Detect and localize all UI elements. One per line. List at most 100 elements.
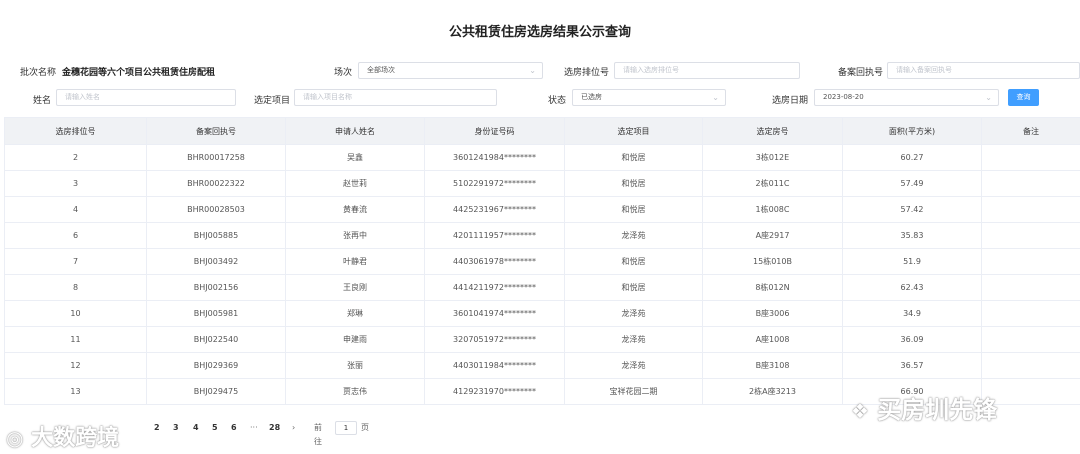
name-input[interactable]: 请输入姓名 xyxy=(56,89,236,106)
cell-project: 和悦居 xyxy=(564,196,703,223)
table-row: 7 BHJ003492 叶静君 4403061978******** 和悦居 15栋010… xyxy=(4,248,1080,275)
table-row: 11 BHJ022540 申建雨 3207051972******** 龙泽苑 A座100… xyxy=(4,326,1080,353)
table-header-row: 选房排位号 备案回执号 申请人姓名 身份证号码 选定项目 选定房号 面积(平方米… xyxy=(4,117,1080,145)
cell-room: 8栋012N xyxy=(702,274,843,301)
table-row: 3 BHR00022322 赵世莉 5102291972******** 和悦居 2栋01… xyxy=(4,170,1080,197)
session-select-value: 全部场次 xyxy=(367,66,395,74)
cell-room: 2栋011C xyxy=(702,170,843,197)
cell-rank: 6 xyxy=(4,222,147,249)
page-unit-label: 页 xyxy=(361,423,369,432)
cell-area: 62.43 xyxy=(842,274,982,301)
next-page-button[interactable]: › xyxy=(292,421,295,435)
wechat-icon: ❖ xyxy=(851,399,869,423)
cell-room: A座1008 xyxy=(702,326,843,353)
cell-project: 和悦居 xyxy=(564,274,703,301)
cell-area: 35.83 xyxy=(842,222,982,249)
cell-rank: 7 xyxy=(4,248,147,275)
cell-applicant: 叶静君 xyxy=(285,248,425,275)
page-ellipsis[interactable]: ··· xyxy=(250,421,258,435)
cell-room: B座3108 xyxy=(702,352,843,379)
cell-id-number: 3601041974******** xyxy=(424,300,565,327)
page-6-link[interactable]: 6 xyxy=(231,421,237,435)
header-id-number: 身份证号码 xyxy=(424,117,565,145)
page-3-link[interactable]: 3 xyxy=(173,421,179,435)
cell-rank: 3 xyxy=(4,170,147,197)
cell-project: 和悦居 xyxy=(564,170,703,197)
cell-rank: 10 xyxy=(4,300,147,327)
cell-applicant: 赵世莉 xyxy=(285,170,425,197)
rank-input[interactable]: 请输入选房排位号 xyxy=(614,62,800,79)
cell-receipt: BHJ029369 xyxy=(146,352,286,379)
table-row: 12 BHJ029369 张丽 4403011984******** 龙泽苑 B座3108… xyxy=(4,352,1080,379)
page-2-link[interactable]: 2 xyxy=(154,421,160,435)
page-28-link[interactable]: 28 xyxy=(269,421,280,435)
cell-remark xyxy=(981,274,1080,301)
cell-room: 15栋010B xyxy=(702,248,843,275)
rank-label: 选房排位号 xyxy=(564,68,610,78)
cell-remark xyxy=(981,222,1080,249)
status-select-value: 已选房 xyxy=(581,93,602,101)
goto-label: 前往 xyxy=(314,423,322,446)
cell-applicant: 王良刚 xyxy=(285,274,425,301)
table-row: 8 BHJ002156 王良刚 4414211972******** 和悦居 8栋012N… xyxy=(4,274,1080,301)
cell-project: 宝祥花园二期 xyxy=(564,378,703,405)
cell-area: 60.27 xyxy=(842,144,982,171)
header-receipt: 备案回执号 xyxy=(146,117,286,145)
batch-label: 批次名称 xyxy=(20,68,57,78)
table-row: 10 BHJ005981 郑琳 3601041974******** 龙泽苑 B座3006… xyxy=(4,300,1080,327)
cell-id-number: 4403011984******** xyxy=(424,352,565,379)
cell-remark xyxy=(981,300,1080,327)
cell-project: 和悦居 xyxy=(564,144,703,171)
cell-receipt: BHJ022540 xyxy=(146,326,286,353)
cell-room: B座3006 xyxy=(702,300,843,327)
cell-receipt: BHR00028503 xyxy=(146,196,286,223)
cell-project: 和悦居 xyxy=(564,248,703,275)
chevron-down-icon: ⌄ xyxy=(985,93,992,102)
goto-page-input[interactable]: 1 xyxy=(335,421,357,435)
chevron-down-icon: ⌄ xyxy=(529,66,536,75)
cell-applicant: 贾志伟 xyxy=(285,378,425,405)
name-label: 姓名 xyxy=(33,96,52,106)
header-applicant: 申请人姓名 xyxy=(285,117,425,145)
cell-id-number: 3207051972******** xyxy=(424,326,565,353)
project-input[interactable]: 请输入项目名称 xyxy=(294,89,497,106)
query-button[interactable]: 查询 xyxy=(1008,89,1039,106)
receipt-input[interactable]: 请输入备案回执号 xyxy=(887,62,1080,79)
page-4-link[interactable]: 4 xyxy=(193,421,199,435)
cell-remark xyxy=(981,248,1080,275)
page-5-link[interactable]: 5 xyxy=(212,421,218,435)
date-picker-value: 2023-08-20 xyxy=(823,93,864,101)
session-select[interactable]: 全部场次 ⌄ xyxy=(358,62,543,79)
cell-id-number: 4414211972******** xyxy=(424,274,565,301)
receipt-label: 备案回执号 xyxy=(838,68,884,78)
date-picker[interactable]: 2023-08-20 ⌄ xyxy=(814,89,999,106)
cell-room: A座2917 xyxy=(702,222,843,249)
cell-area: 36.09 xyxy=(842,326,982,353)
cell-id-number: 3601241984******** xyxy=(424,144,565,171)
watermark-right-text: 买房圳先锋 xyxy=(877,396,998,424)
status-select[interactable]: 已选房 ⌄ xyxy=(572,89,726,106)
cell-project: 龙泽苑 xyxy=(564,222,703,249)
cell-id-number: 4201111957******** xyxy=(424,222,565,249)
cell-id-number: 4129231970******** xyxy=(424,378,565,405)
page-title: 公共租赁住房选房结果公示查询 xyxy=(448,25,631,40)
table-row: 4 BHR00028503 黄春流 4425231967******** 和悦居 1栋00… xyxy=(4,196,1080,223)
cell-applicant: 郑琳 xyxy=(285,300,425,327)
chevron-down-icon: ⌄ xyxy=(712,93,719,102)
cell-receipt: BHJ005885 xyxy=(146,222,286,249)
table-body: 2 BHR00017258 吴鑫 3601241984******** 和悦居 3栋012… xyxy=(4,144,1080,405)
header-area: 面积(平方米) xyxy=(842,117,982,145)
cell-remark xyxy=(981,326,1080,353)
cell-rank: 12 xyxy=(4,352,147,379)
project-label: 选定项目 xyxy=(254,96,291,106)
cell-area: 36.57 xyxy=(842,352,982,379)
cell-project: 龙泽苑 xyxy=(564,352,703,379)
cell-receipt: BHJ029475 xyxy=(146,378,286,405)
session-label: 场次 xyxy=(334,68,353,78)
cell-applicant: 申建雨 xyxy=(285,326,425,353)
watermark-left-text: 大数跨境 xyxy=(31,426,120,451)
cell-project: 龙泽苑 xyxy=(564,300,703,327)
header-remark: 备注 xyxy=(981,117,1080,145)
cell-remark xyxy=(981,196,1080,223)
cell-area: 34.9 xyxy=(842,300,982,327)
